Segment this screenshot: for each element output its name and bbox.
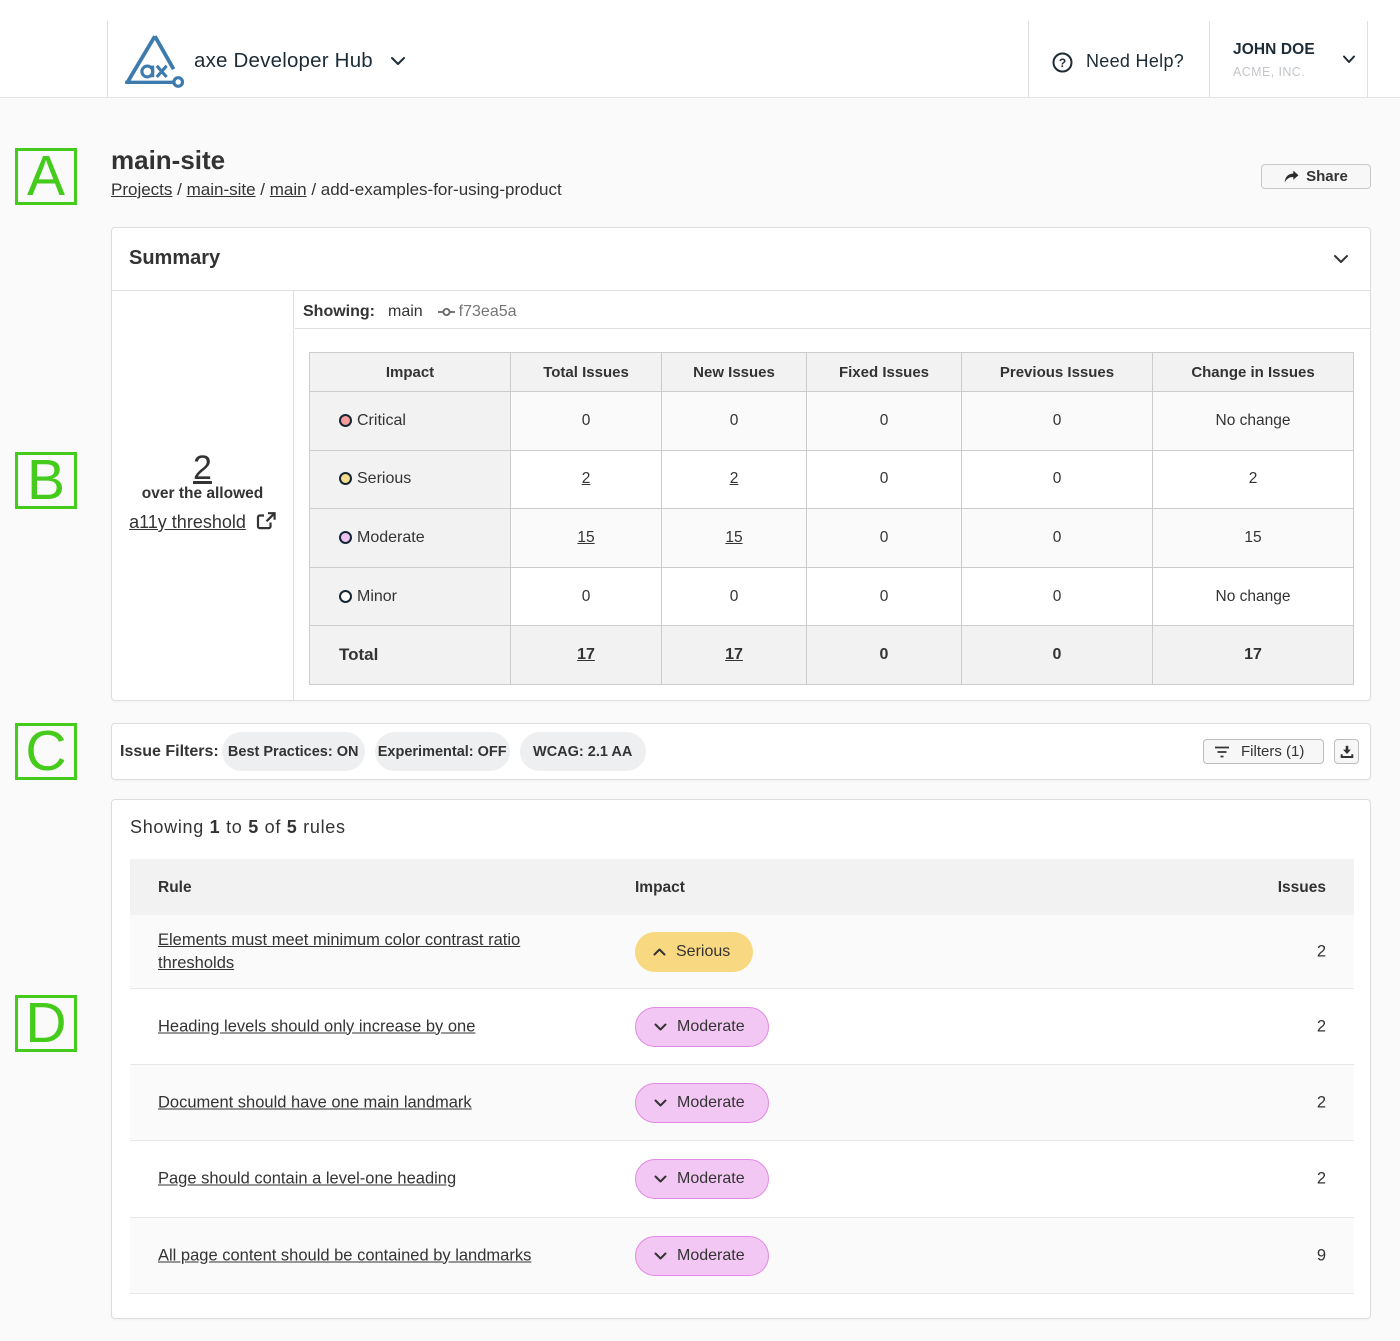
svg-text:?: ? [1059, 56, 1066, 70]
